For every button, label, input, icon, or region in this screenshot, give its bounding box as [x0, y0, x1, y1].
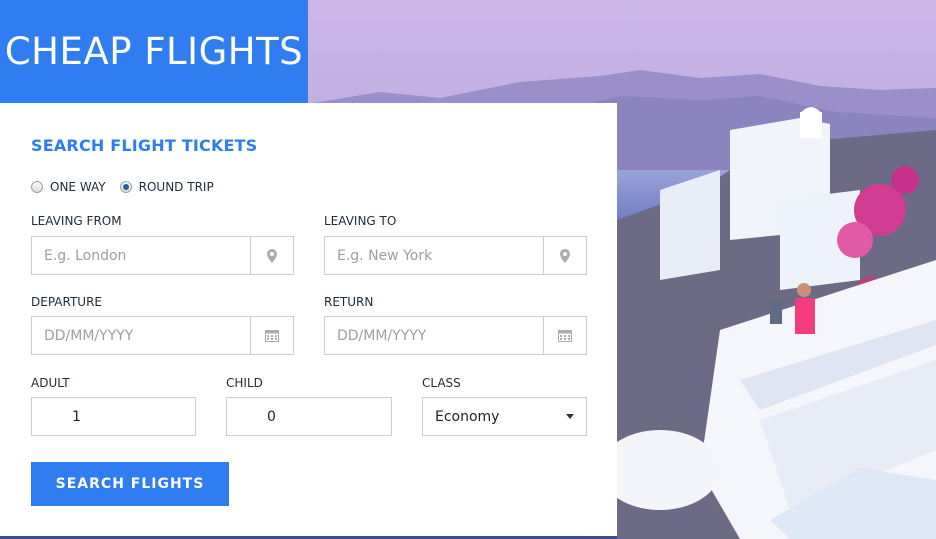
departure-label: DEPARTURE	[31, 295, 102, 309]
round-trip-option[interactable]: ROUND TRIP	[119, 180, 214, 194]
class-select-value: Economy	[435, 408, 500, 425]
trip-type-group: ONE WAY ROUND TRIP	[31, 180, 214, 194]
leaving-to-field[interactable]: E.g. New York	[324, 236, 587, 275]
adult-input[interactable]: 1	[31, 397, 196, 436]
form-heading: SEARCH FLIGHT TICKETS	[31, 136, 258, 155]
class-label: CLASS	[422, 376, 461, 390]
calendar-icon	[558, 330, 572, 342]
leaving-to-label: LEAVING TO	[324, 214, 397, 228]
chevron-down-icon	[566, 414, 574, 419]
child-input[interactable]: 0	[226, 397, 392, 436]
round-trip-radio[interactable]	[119, 181, 132, 193]
search-flights-button[interactable]: SEARCH FLIGHTS	[31, 462, 229, 506]
title-banner: CHEAP FLIGHTS	[0, 0, 308, 109]
departure-addon[interactable]	[250, 317, 293, 354]
page-title: CHEAP FLIGHTS	[4, 30, 304, 73]
flight-search-form: SEARCH FLIGHT TICKETS ONE WAY ROUND TRIP…	[0, 103, 617, 536]
calendar-icon	[265, 330, 279, 342]
class-select[interactable]: Economy	[422, 397, 587, 436]
one-way-label: ONE WAY	[50, 180, 106, 194]
return-field[interactable]: DD/MM/YYYY	[324, 316, 587, 355]
one-way-radio[interactable]	[31, 181, 43, 193]
leaving-to-addon	[543, 237, 586, 274]
leaving-from-input[interactable]: E.g. London	[32, 237, 250, 274]
leaving-to-input[interactable]: E.g. New York	[325, 237, 543, 274]
return-input[interactable]: DD/MM/YYYY	[325, 317, 543, 354]
departure-input[interactable]: DD/MM/YYYY	[32, 317, 250, 354]
leaving-from-label: LEAVING FROM	[31, 214, 122, 228]
round-trip-label: ROUND TRIP	[138, 180, 214, 194]
child-label: CHILD	[226, 376, 263, 390]
one-way-option[interactable]: ONE WAY	[31, 180, 106, 194]
map-marker-icon	[267, 248, 277, 263]
leaving-from-addon	[250, 237, 293, 274]
adult-label: ADULT	[31, 376, 70, 390]
map-marker-icon	[560, 248, 570, 263]
leaving-from-field[interactable]: E.g. London	[31, 236, 294, 275]
departure-field[interactable]: DD/MM/YYYY	[31, 316, 294, 355]
return-addon[interactable]	[543, 317, 586, 354]
return-label: RETURN	[324, 295, 374, 309]
